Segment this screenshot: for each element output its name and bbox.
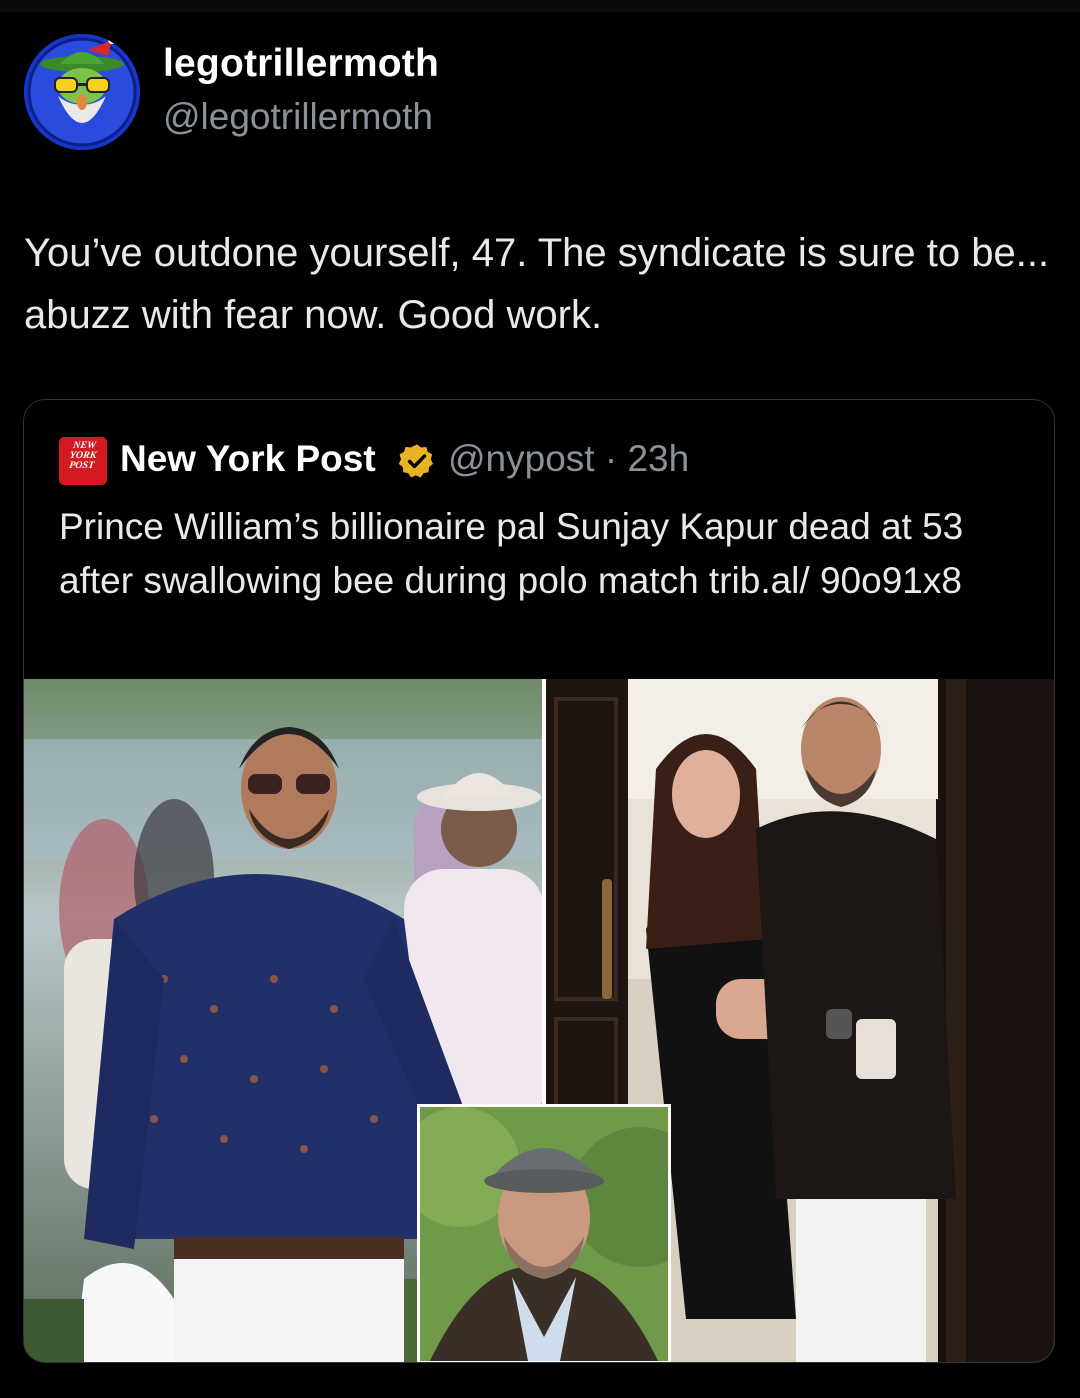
photo-inset-prince[interactable] xyxy=(417,1104,671,1362)
wizard-avatar-icon xyxy=(24,34,140,150)
prince-portrait-photo xyxy=(420,1107,668,1361)
verified-badge-icon xyxy=(398,444,433,478)
tweet-text: You’ve outdone yourself, 47. The syndica… xyxy=(24,231,1050,337)
author-handle[interactable]: @legotrillermoth xyxy=(163,96,433,138)
quoted-post-card[interactable]: NEW YORK POST New York Post @nypost · 23… xyxy=(23,399,1055,1363)
quoted-post-media[interactable] xyxy=(24,679,1054,1362)
quoted-post-text: Prince William’s billionaire pal Sunjay … xyxy=(59,506,964,601)
author-display-name[interactable]: legotrillermoth xyxy=(163,42,439,86)
quoted-author-name[interactable]: New York Post xyxy=(120,438,376,480)
nypost-logo-avatar[interactable]: NEW YORK POST xyxy=(59,437,107,485)
author-avatar[interactable] xyxy=(24,34,140,150)
quoted-handle-and-time[interactable]: @nypost · 23h xyxy=(448,438,689,480)
nypost-logo-text: NEW YORK POST xyxy=(68,440,98,471)
status-bar-strip xyxy=(0,0,1080,12)
